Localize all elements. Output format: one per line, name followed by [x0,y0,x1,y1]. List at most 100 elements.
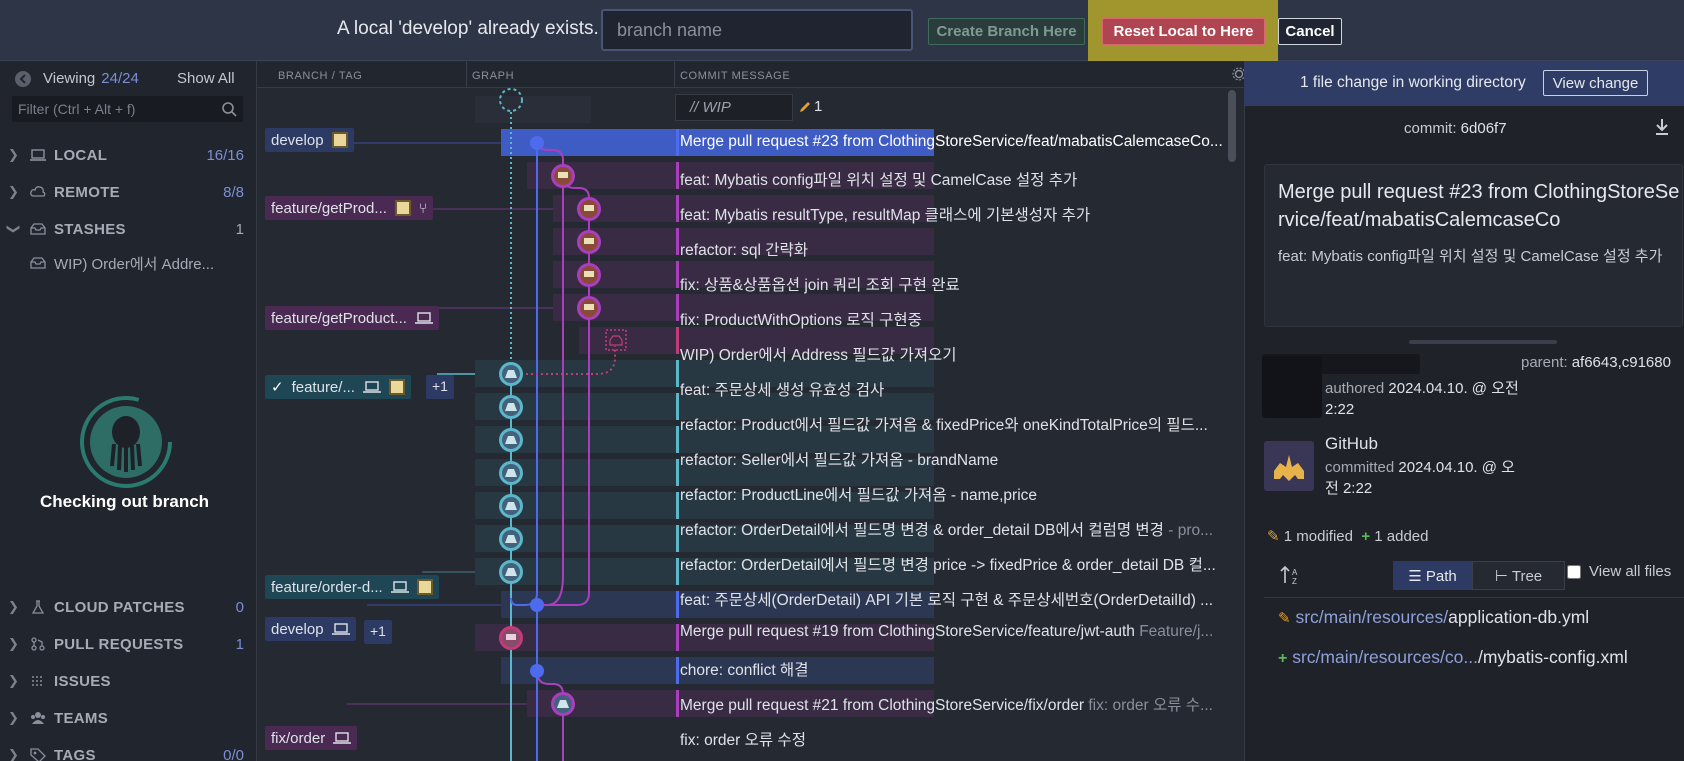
parent-commits: parent: af6643,c91680 [1521,354,1671,371]
cloud-icon [30,186,46,197]
col-graph[interactable]: GRAPH [472,70,514,82]
resize-handle[interactable] [1409,340,1557,344]
commit-row[interactable]: fix: ProductWithOptions 로직 구현중 [680,308,1232,330]
sidebar-section-tags[interactable]: ❯ TAGS 0/0 [0,740,256,761]
back-arrow-icon[interactable] [14,70,32,88]
sidebar-section-pull-requests[interactable]: ❯ PULL REQUESTS 1 [0,629,256,659]
commit-row[interactable]: chore: conflict 해결 [680,658,1232,680]
commit-message: feat: 주문상세 생성 유효성 검사 [680,382,885,399]
col-branch-tag[interactable]: BRANCH / TAG [278,70,362,82]
branch-exists-message: A local 'develop' already exists. [337,18,599,39]
filter-input[interactable] [12,96,243,122]
commit-row[interactable]: refactor: OrderDetail에서 필드명 변경 price -> … [680,553,1232,575]
laptop-icon [362,381,381,393]
pencil-icon: ✎ [1267,528,1280,545]
sidebar-section-teams[interactable]: ❯ TEAMS [0,703,256,733]
download-icon[interactable] [1654,118,1670,136]
commit-body: feat: Mybatis config파일 위치 설정 및 CamelCase… [1278,248,1663,265]
extra-branch-count[interactable]: +1 [426,375,454,399]
branch-tag-label: feature/... [291,378,355,396]
flask-icon [31,600,45,614]
commit-row[interactable]: Merge pull request #19 from ClothingStor… [680,623,1232,641]
chevron-right-icon: ❯ [8,673,19,688]
repo-icon [331,132,348,148]
view-all-checkbox[interactable] [1567,564,1581,579]
branch-tag-develop[interactable]: develop [265,128,354,152]
commit-row[interactable]: feat: 주문상세 생성 유효성 검사 [680,378,1232,400]
commit-row[interactable]: WIP) Order에서 Address 필드값 가져오기 [680,343,1232,365]
laptop-icon [333,732,352,744]
commit-row[interactable]: refactor: Product에서 필드값 가져옴 & fixedPrice… [680,413,1232,435]
parent-sha[interactable]: af6643,c91680 [1572,354,1671,371]
branch-tag-develop-local[interactable]: develop [265,617,356,641]
commit-row[interactable]: feat: 주문상세(OrderDetail) API 기본 로직 구현 & 주… [680,588,1232,610]
sidebar-section-cloud-patches[interactable]: ❯ CLOUD PATCHES 0 [0,592,256,622]
commit-row[interactable]: Merge pull request #23 from ClothingStor… [680,133,1232,151]
commit-message: chore: conflict 해결 [680,662,809,679]
file-item-modified[interactable]: ✎ src/main/resources/application-db.yml [1278,607,1589,628]
show-all-link[interactable]: Show All [177,70,235,87]
tree-view-button[interactable]: ⊢ Tree [1472,561,1565,590]
commit-row[interactable]: fix: order 오류 수정 [680,728,1232,750]
commit-title: Merge pull request #23 from ClothingStor… [1278,181,1680,231]
fork-icon: ⑂ [418,200,428,216]
cancel-button[interactable]: Cancel [1278,18,1342,45]
branch-tag-order-detail[interactable]: feature/order-d... [265,575,439,599]
sidebar-section-issues[interactable]: ❯ ISSUES [0,666,256,696]
tree-icon: ⊢ [1494,567,1508,585]
sidebar-section-local[interactable]: ❯ LOCAL 16/16 [0,140,256,170]
modified-count: 1 modified [1283,528,1353,545]
pencil-icon: ✎ [1278,610,1291,627]
commit-row[interactable]: fix: 상품&상품옵션 join 쿼리 조회 구현 완료 [680,273,1232,295]
repo-icon [388,379,405,395]
section-label: PULL REQUESTS [54,635,184,653]
github-avatar [1264,441,1314,491]
authored-label: authored [1325,380,1385,397]
commit-message: feat: Mybatis config파일 위치 설정 및 CamelCase… [680,172,1078,189]
section-count: 16/16 [206,146,244,164]
create-branch-button[interactable]: Create Branch Here [928,18,1085,45]
branch-tag-getproduct[interactable]: feature/getProduct... [265,306,439,330]
commit-sha-label: commit: 6d06f7 [1404,120,1507,137]
view-change-button[interactable]: View change [1543,70,1648,96]
branch-tag-feature-checked[interactable]: ✓ feature/... [265,375,411,399]
commit-message: WIP) Order에서 Address 필드값 가져오기 [680,347,957,364]
pencil-icon [800,102,810,112]
commit-row[interactable]: refactor: sql 간략화 [680,238,1232,260]
parent-label: parent: [1521,354,1568,371]
sort-icon[interactable]: AZ [1280,565,1302,587]
column-divider[interactable] [466,62,467,88]
reset-local-button[interactable]: Reset Local to Here [1102,18,1265,45]
commit-row[interactable]: refactor: OrderDetail에서 필드명 변경 & order_d… [680,518,1232,540]
commit-row[interactable]: feat: Mybatis resultType, resultMap 클래스에… [680,203,1232,225]
viewing-text: Viewing [43,70,96,87]
branch-tag-fix-order[interactable]: fix/order [265,726,358,750]
branch-tag-getprod[interactable]: feature/getProd... ⑂ [265,196,434,220]
laptop-icon [390,581,409,593]
path-view-button[interactable]: ☰ Path [1393,561,1472,590]
commit-description: - pro... [1168,522,1214,539]
col-commit-message[interactable]: COMMIT MESSAGE [680,70,790,82]
commit-row[interactable]: Merge pull request #21 from ClothingStor… [680,693,1232,715]
sidebar-section-stashes[interactable]: ❯ STASHES 1 [0,214,256,244]
view-all-files-toggle[interactable]: View all files [1567,563,1671,580]
section-count: 0 [235,598,244,616]
extra-branch-count[interactable]: +1 [364,620,392,644]
commit-message: fix: order 오류 수정 [680,732,806,749]
wip-summary-input[interactable]: // WIP [675,94,793,121]
file-item-added[interactable]: + src/main/resources/co.../mybatis-confi… [1278,647,1628,668]
sidebar-section-remote[interactable]: ❯ REMOTE 8/8 [0,177,256,207]
stash-item[interactable]: WIP) Order에서 Addre... [54,253,214,274]
column-divider[interactable] [674,62,675,88]
section-label: STASHES [54,220,126,238]
graph-scrollbar[interactable] [1228,90,1236,162]
tree-label: Tree [1511,567,1543,585]
branch-tag-label: feature/getProd... [271,199,387,217]
commit-sha[interactable]: 6d06f7 [1461,120,1507,137]
branch-name-input[interactable] [601,9,913,51]
commit-row[interactable]: refactor: ProductLine에서 필드값 가져옴 - name,p… [680,483,1232,505]
wip-file-count: 1 [814,98,823,115]
checkmark-icon: ✓ [271,379,284,396]
commit-row[interactable]: refactor: Seller에서 필드값 가져옴 - brandName [680,448,1232,470]
commit-row[interactable]: feat: Mybatis config파일 위치 설정 및 CamelCase… [680,168,1232,190]
